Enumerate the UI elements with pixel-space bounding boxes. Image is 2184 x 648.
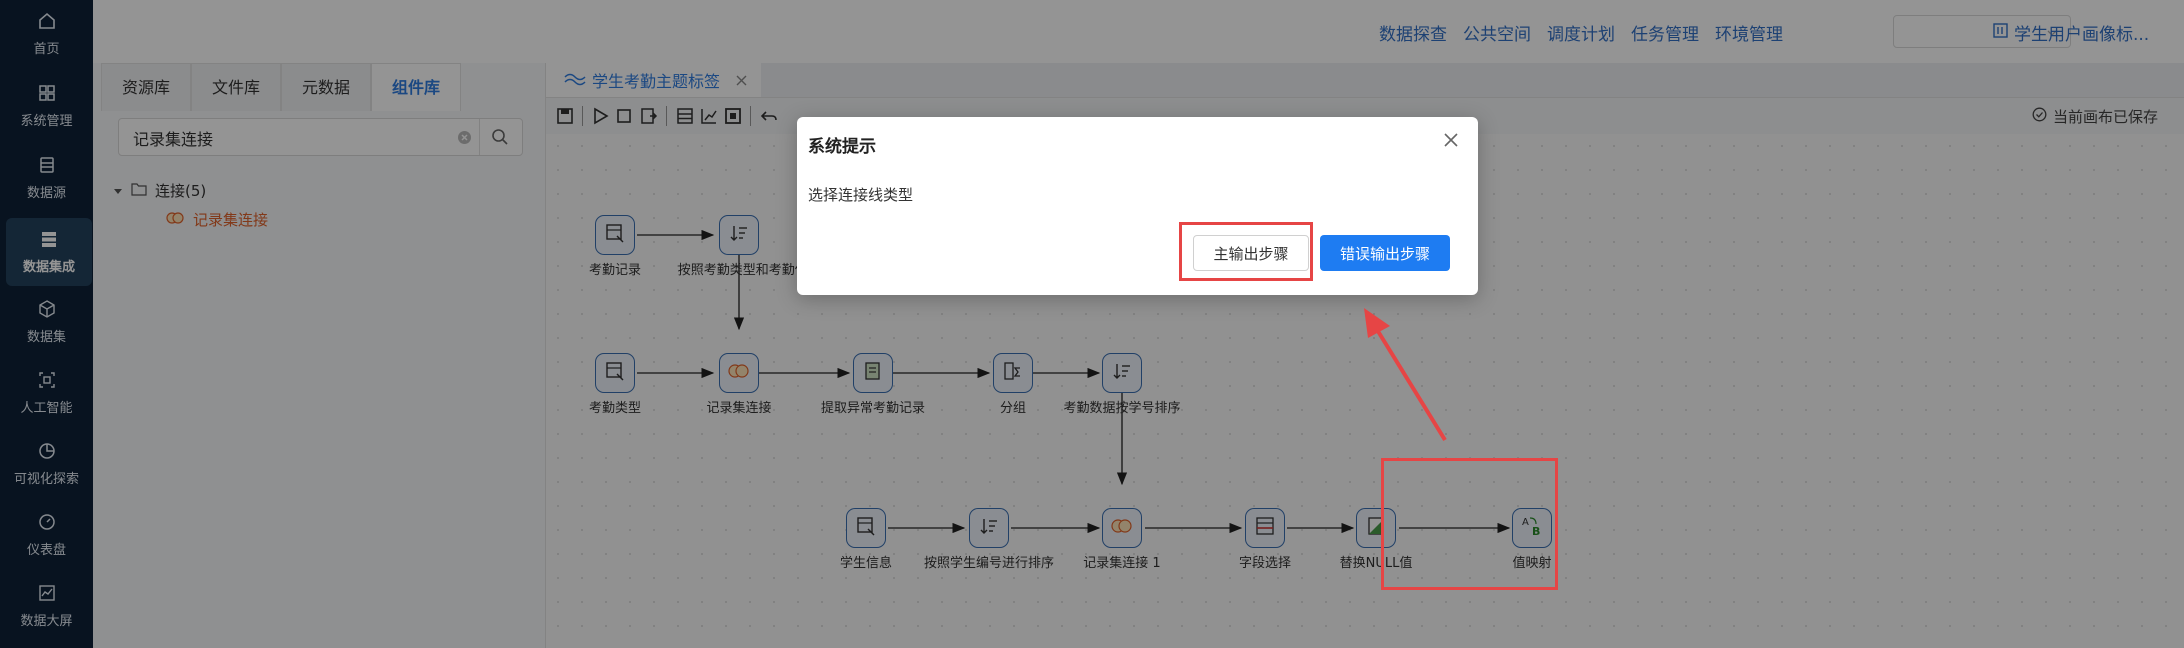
dialog-message: 选择连接线类型 <box>808 186 914 204</box>
error-output-button[interactable]: 错误输出步骤 <box>1320 235 1450 271</box>
system-prompt-dialog: 系统提示 选择连接线类型 主输出步骤 错误输出步骤 <box>797 117 1478 295</box>
annotation-arrow <box>1364 308 1447 442</box>
dialog-title: 系统提示 <box>808 137 876 157</box>
highlight-box-value-mapping <box>1381 458 1558 590</box>
close-icon[interactable] <box>1440 129 1462 151</box>
highlight-box-main-output <box>1179 222 1313 281</box>
modal-overlay[interactable] <box>0 0 2184 648</box>
